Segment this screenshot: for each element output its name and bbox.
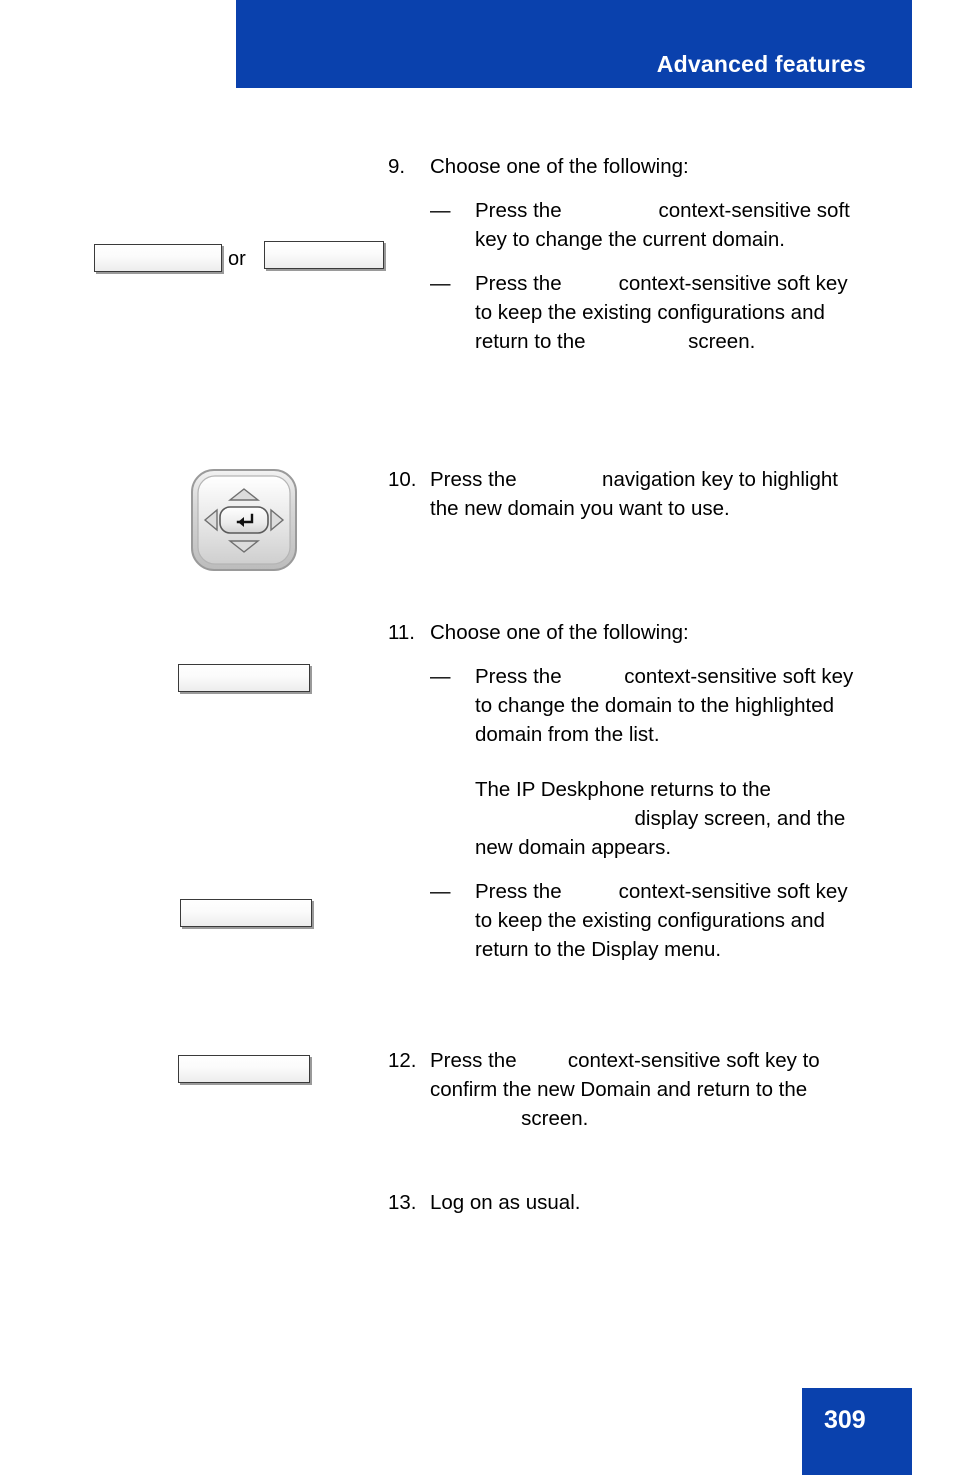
softkey-label-slot [567,877,618,906]
screen-name-slot [475,804,634,833]
bullet-text: Press the context-sensitive soft key to … [475,196,858,254]
text-part: The IP Deskphone returns to the [475,778,771,801]
softkey-label-slot [567,662,624,691]
step-13: 13. Log on as usual. [388,1188,858,1217]
bullet-text: Press the context-sensitive soft key to … [475,269,858,356]
navigation-key[interactable] [188,466,300,574]
step-12-number: 12. [388,1049,417,1072]
bullet-dash: — [430,272,451,295]
step-10-number: 10. [388,468,417,491]
step-11-bullet-1: — Press the context-sensitive soft key t… [430,662,858,749]
instruction-column: 9. Choose one of the following: — Press … [388,0,888,1475]
step-12-text: Press the context-sensitive soft key to … [430,1046,858,1133]
navkey-label-slot [522,465,602,494]
step-10: 10. Press the navigation key to highligh… [388,465,858,523]
text-part: Press the [430,468,523,491]
page-number-badge: 309 [802,1388,912,1475]
step-9-lead: Choose one of the following: [430,155,689,178]
step-9: 9. Choose one of the following: — Press … [388,152,858,356]
or-label: or [228,248,246,270]
note-indent [430,749,475,778]
text-part: Log on as usual. [430,1191,581,1214]
screen-name-slot [591,327,688,356]
text-part: Press the [475,880,568,903]
softkey-label-slot [567,269,618,298]
softkey-step11-a[interactable] [178,664,310,692]
softkey-step9-b[interactable] [264,241,384,269]
bullet-text: Press the context-sensitive soft key to … [475,662,858,749]
step-9-bullet-1: — Press the context-sensitive soft key t… [430,196,858,254]
bullet-dash: — [430,199,451,222]
softkey-label-slot [522,1046,568,1075]
step-13-number: 13. [388,1191,417,1214]
softkey-step12[interactable] [178,1055,310,1083]
step-11-note-row: The IP Deskphone returns to the display … [430,749,858,862]
softkey-step9-a[interactable] [94,244,222,272]
step-9-bullet-2: — Press the context-sensitive soft key t… [430,269,858,356]
text-part: Press the [475,199,568,222]
softkey-label-slot [567,196,658,225]
screen-name-slot [430,1104,521,1133]
document-page: Advanced features or 9. Choose one of th… [0,0,954,1475]
text-part: screen. [521,1107,589,1130]
softkey-step11-b[interactable] [180,899,312,927]
text-part: screen. [688,330,756,353]
step-11-bullet-2: — Press the context-sensitive soft key t… [430,877,858,964]
text-part: Press the [475,272,568,295]
step-11-number: 11. [388,621,415,644]
step-9-number: 9. [388,155,406,178]
step-10-text: Press the navigation key to highlight th… [430,465,858,523]
bullet-text: Press the context-sensitive soft key to … [475,877,858,964]
text-part: Press the [475,665,568,688]
step-13-text: Log on as usual. [430,1188,858,1217]
bullet-dash: — [430,665,451,688]
text-part: Press the [430,1049,523,1072]
bullet-dash: — [430,880,451,903]
step-11: 11. Choose one of the following: — Press… [388,618,858,964]
step-11-lead: Choose one of the following: [430,621,689,644]
illustration-gutter: or [0,0,384,1475]
step-11-note: The IP Deskphone returns to the display … [475,775,858,862]
step-12: 12. Press the context-sensitive soft key… [388,1046,858,1133]
page-number: 309 [824,1406,866,1434]
